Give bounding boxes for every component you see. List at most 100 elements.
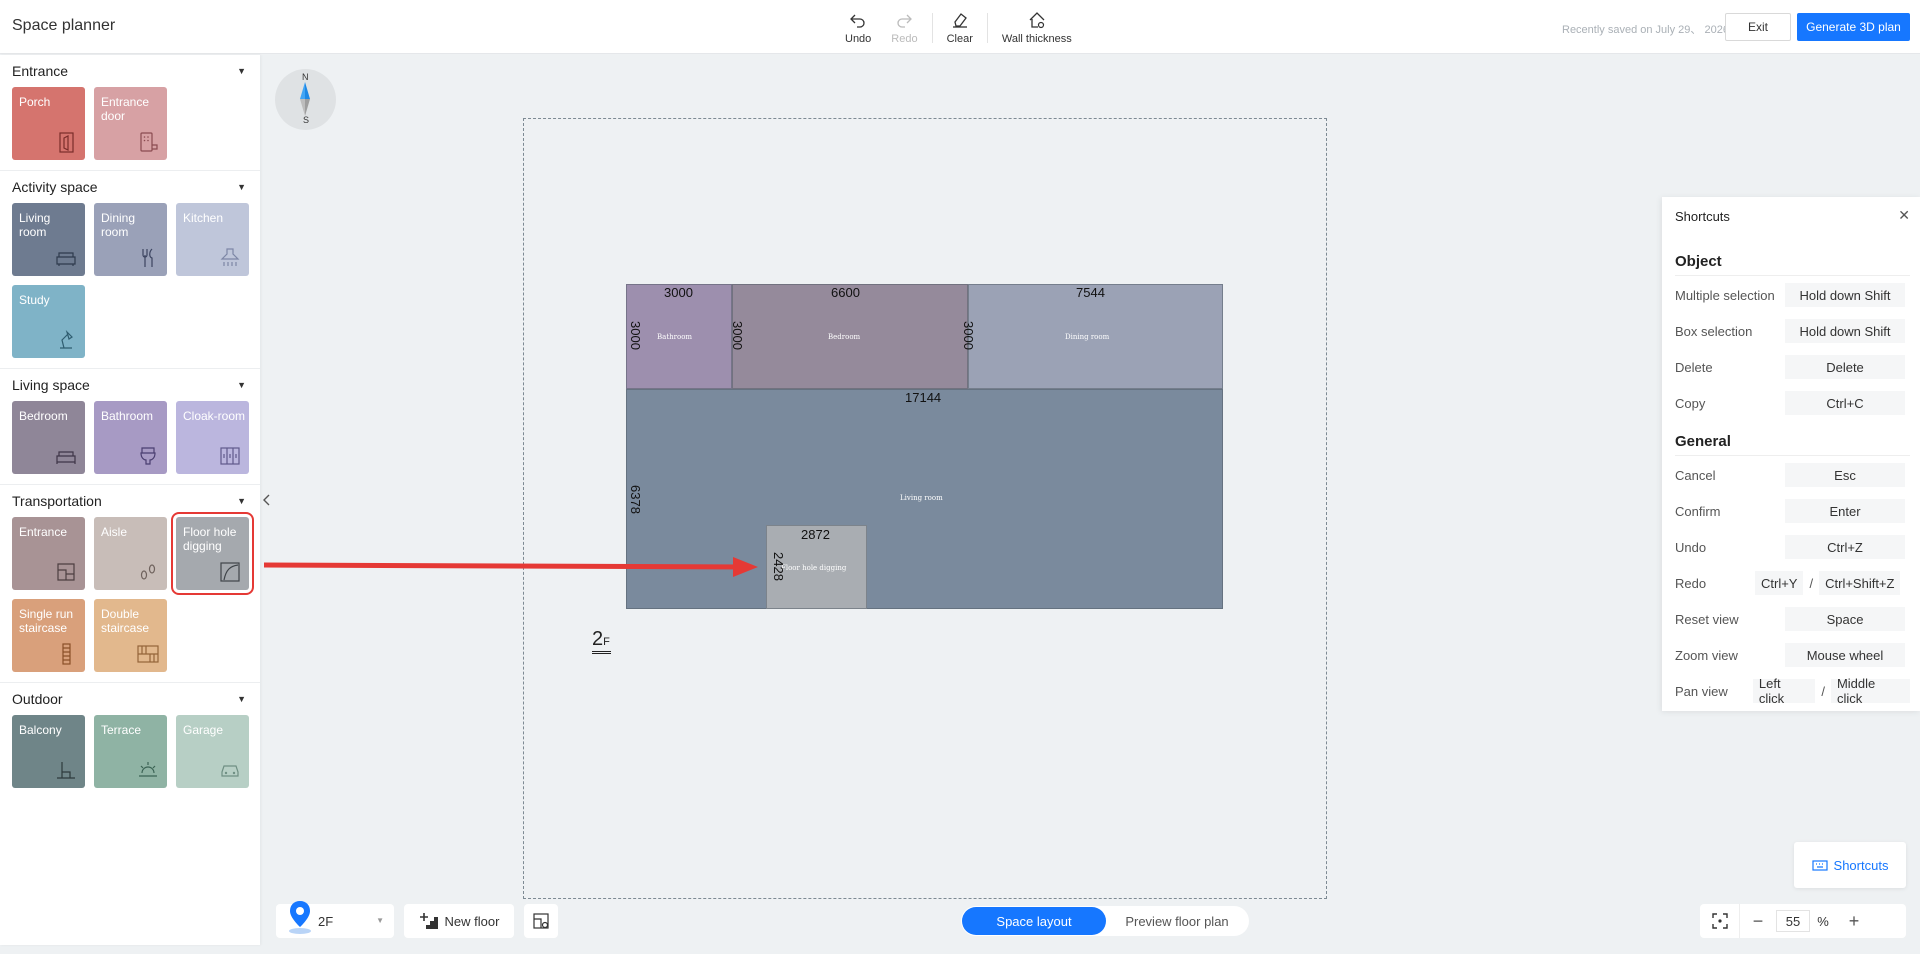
redo-icon	[897, 14, 913, 28]
room-name: Bathroom	[657, 333, 693, 341]
new-floor-label: New floor	[444, 913, 500, 929]
shortcut-row: Box selection Hold down Shift	[1675, 319, 1910, 343]
room-card-bedroom[interactable]: Bedroom	[12, 401, 85, 474]
compass[interactable]: N S	[275, 69, 336, 130]
dimension-label: 2872	[801, 527, 830, 542]
caret-down-icon: ▼	[237, 496, 246, 506]
undo-button[interactable]: Undo	[835, 8, 881, 48]
shortcut-row: Zoom view Mouse wheel	[1675, 643, 1910, 667]
room-card-label: Garage	[183, 723, 224, 737]
room-card-porch[interactable]: Porch	[12, 87, 85, 160]
shortcuts-title: Shortcuts	[1675, 209, 1730, 224]
room-card-entrance-door[interactable]: Entrance door	[94, 87, 167, 160]
room-card-label: Porch	[19, 95, 51, 109]
wall-thickness-label: Wall thickness	[1001, 33, 1072, 45]
key-separator: /	[1809, 575, 1814, 591]
chevron-down-icon: ▼	[376, 916, 384, 925]
shortcuts-panel: Shortcuts ✕ Object Multiple selection Ho…	[1662, 197, 1920, 711]
room-card-bathroom[interactable]: Bathroom	[94, 401, 167, 474]
dimension-label: 6378	[627, 485, 643, 514]
floor-settings-button[interactable]	[524, 904, 558, 938]
section-transportation: Transportation ▼ Entrance Aisle Floor ho…	[0, 485, 260, 683]
compass-south-label: S	[303, 115, 310, 125]
room-card-living-room[interactable]: Living room	[12, 203, 85, 276]
floor-tag-number: 2	[592, 628, 604, 650]
shortcut-key: Ctrl+Shift+Z	[1819, 571, 1901, 595]
preview-floor-plan-tab[interactable]: Preview floor plan	[1106, 907, 1248, 935]
room-card-label: Aisle	[101, 525, 128, 539]
room-card-study[interactable]: Study	[12, 285, 85, 358]
floor-tag: 2F	[592, 628, 610, 651]
dimension-label: 17144	[905, 390, 942, 405]
section-title: Living space	[12, 377, 90, 393]
section-header[interactable]: Activity space ▼	[12, 179, 260, 195]
room-card-garage[interactable]: Garage	[176, 715, 249, 788]
room-name: Floor hole digging	[781, 564, 847, 572]
shortcuts-toggle-button[interactable]: Shortcuts	[1794, 842, 1906, 888]
zoom-in-button[interactable]: +	[1836, 904, 1872, 938]
zoom-input[interactable]: 55	[1776, 910, 1810, 932]
toilet-icon	[140, 447, 156, 465]
shortcuts-group-general: General	[1675, 433, 1731, 450]
room-card-label: Bedroom	[19, 409, 68, 423]
redo-button[interactable]: Redo	[881, 8, 927, 48]
wall-thickness-button[interactable]: Wall thickness	[992, 8, 1082, 48]
zoom-out-button[interactable]: −	[1740, 904, 1776, 938]
location-pin-icon	[289, 901, 311, 934]
section-header[interactable]: Living space ▼	[12, 377, 260, 393]
chevron-left-icon	[263, 494, 270, 506]
generate-3d-plan-button[interactable]: Generate 3D plan	[1797, 13, 1910, 41]
room-card-label: Cloak-room	[183, 409, 246, 423]
shortcut-key: Delete	[1785, 355, 1905, 379]
section-header[interactable]: Outdoor ▼	[12, 691, 260, 707]
shortcut-key: Enter	[1785, 499, 1905, 523]
dimension-label: 7544	[1076, 285, 1105, 300]
collapse-sidebar-button[interactable]	[260, 488, 274, 512]
dimension-label: 3000	[627, 321, 643, 350]
room-card-entrance[interactable]: Entrance	[12, 517, 85, 590]
shortcut-key: Hold down Shift	[1785, 319, 1905, 343]
room-card-aisle[interactable]: Aisle	[94, 517, 167, 590]
bed-icon	[56, 451, 76, 464]
sun-icon	[139, 762, 157, 777]
shortcut-row: Confirm Enter	[1675, 499, 1910, 523]
new-floor-button[interactable]: New floor	[404, 904, 514, 938]
shortcut-label: Reset view	[1675, 611, 1739, 627]
dimension-label: 3000	[729, 321, 745, 350]
close-icon[interactable]: ✕	[1898, 207, 1910, 224]
shortcut-row: Multiple selection Hold down Shift	[1675, 283, 1910, 307]
room-card-cloak-room[interactable]: Cloak-room	[176, 401, 249, 474]
space-layout-tab[interactable]: Space layout	[962, 907, 1106, 935]
toolbar-divider	[931, 13, 933, 43]
section-entrance: Entrance ▼ Porch Entrance door	[0, 55, 260, 171]
room-card-balcony[interactable]: Balcony	[12, 715, 85, 788]
fit-view-button[interactable]	[1700, 904, 1740, 938]
shortcut-label: Confirm	[1675, 503, 1721, 519]
room-card-label: Study	[19, 293, 50, 307]
room-type-sidebar: Entrance ▼ Porch Entrance door Activity …	[0, 55, 260, 945]
wardrobe-icon	[220, 447, 240, 465]
zoom-controls: − 55 % +	[1700, 904, 1906, 938]
room-card-single-run-staircase[interactable]: Single run staircase	[12, 599, 85, 672]
shortcut-label: Box selection	[1675, 323, 1753, 339]
room-card-dining-room[interactable]: Dining room	[94, 203, 167, 276]
shortcut-key: Ctrl+C	[1785, 391, 1905, 415]
exit-button[interactable]: Exit	[1725, 13, 1791, 41]
section-title: Transportation	[12, 493, 102, 509]
section-header[interactable]: Transportation ▼	[12, 493, 260, 509]
shortcut-row: Copy Ctrl+C	[1675, 391, 1910, 415]
shortcut-label: Copy	[1675, 395, 1706, 411]
clear-button[interactable]: Clear	[937, 8, 983, 48]
room-card-double-staircase[interactable]: Double staircase	[94, 599, 167, 672]
shortcut-key: Left click	[1752, 676, 1816, 706]
room-card-terrace[interactable]: Terrace	[94, 715, 167, 788]
caret-down-icon: ▼	[237, 380, 246, 390]
eraser-icon	[952, 13, 967, 28]
room-card-floor-hole-digging[interactable]: Floor hole digging	[171, 512, 254, 595]
floor-tag-underline	[592, 651, 611, 654]
section-header[interactable]: Entrance ▼	[12, 63, 260, 79]
floor-selector[interactable]: 2F ▼	[276, 901, 394, 938]
current-floor: 2F	[318, 914, 334, 929]
room-card-label: Kitchen	[183, 211, 224, 225]
room-card-kitchen[interactable]: Kitchen	[176, 203, 249, 276]
